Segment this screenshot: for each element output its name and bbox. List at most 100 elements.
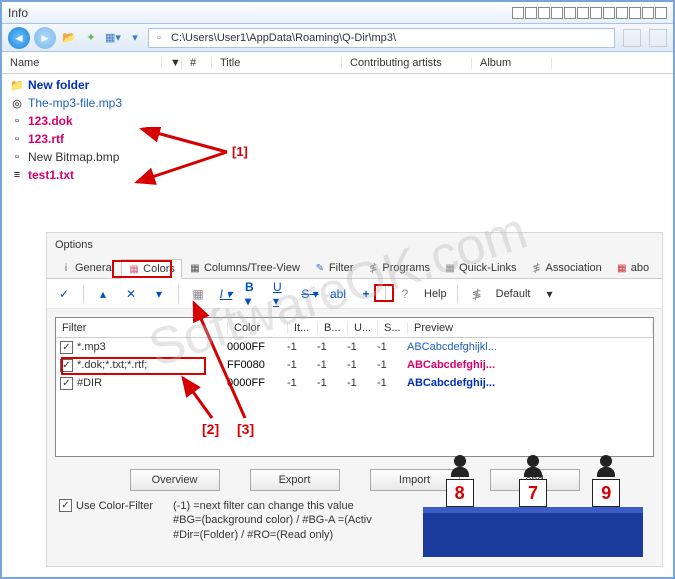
filter-it: -1 — [287, 377, 317, 389]
use-color-filter-checkbox[interactable]: ✓ Use Color-Filter — [59, 499, 153, 512]
overview-button[interactable]: Overview — [130, 469, 220, 491]
default-icon[interactable]: ≸ — [468, 285, 486, 303]
up-icon[interactable]: ▴ — [94, 285, 112, 303]
address-bar[interactable]: ▫ C:\Users\User1\AppData\Roaming\Q-Dir\m… — [148, 28, 615, 48]
tab-general[interactable]: iGeneral — [53, 258, 121, 278]
pane-icon[interactable] — [655, 7, 667, 19]
file-row[interactable]: ◎The-mp3-file.mp3 — [2, 94, 673, 112]
filter-row[interactable]: ✓*.dok;*.txt;*.rtf;FF0080-1-1-1-1ABCabcd… — [56, 356, 653, 374]
file-list: 📁New folder◎The-mp3-file.mp3 ▫ 123.dok ▫123… — [2, 74, 673, 204]
filter-row[interactable]: ✓#DIR0000FF-1-1-1-1ABCabcdefghij... — [56, 374, 653, 392]
tab-columns[interactable]: ▦Columns/Tree-View — [182, 258, 307, 278]
dropdown-icon[interactable]: ▾ — [540, 285, 558, 303]
col-preview[interactable]: Preview — [408, 322, 653, 334]
help-label[interactable]: Help — [424, 288, 447, 300]
file-row[interactable]: ▫123.rtf — [2, 130, 673, 148]
delete-icon[interactable]: ✕ — [122, 285, 140, 303]
add-icon[interactable]: + — [357, 285, 375, 303]
abl-icon[interactable]: abl — [329, 285, 347, 303]
color-icon[interactable]: ▾ — [126, 29, 144, 47]
strike-icon[interactable]: S ▾ — [301, 285, 319, 303]
file-row[interactable]: ▫ 123.dok — [2, 112, 673, 130]
filter-name: #DIR — [77, 377, 227, 389]
dropdown-button[interactable] — [649, 29, 667, 47]
nav-forward-button[interactable]: ► — [34, 27, 56, 49]
tab-programs[interactable]: ≸Programs — [360, 258, 437, 278]
filter-preview: ABCabcdefghijkl... — [407, 341, 497, 353]
file-name: 123.dok — [28, 114, 73, 128]
col-name[interactable]: Name — [2, 57, 162, 69]
export-button[interactable]: Export — [250, 469, 340, 491]
sort-indicator[interactable]: ▼ — [162, 57, 182, 69]
filter-u: -1 — [347, 377, 377, 389]
pane-icon[interactable] — [629, 7, 641, 19]
file-row[interactable]: ≡test1.txt — [2, 166, 673, 184]
folder-icon[interactable]: 📂 — [60, 29, 78, 47]
filter-it: -1 — [287, 341, 317, 353]
main-toolbar: ◄ ► 📂 ✦ ▦▾ ▾ ▫ C:\Users\User1\AppData\Ro… — [2, 24, 673, 52]
help-icon[interactable]: ? — [396, 285, 414, 303]
bold-icon[interactable]: B ▾ — [245, 285, 263, 303]
checkbox-icon[interactable]: ✓ — [60, 359, 73, 372]
filter-color: 0000FF — [227, 377, 287, 389]
folder-small-icon: ▫ — [149, 32, 169, 44]
tab-about[interactable]: ▦abo — [609, 258, 656, 278]
tab-filter[interactable]: ✎Filter — [307, 258, 360, 278]
pane-icon[interactable] — [577, 7, 589, 19]
tab-colors[interactable]: ▦Colors — [121, 259, 182, 279]
button-row: Overview Export Import end — [47, 465, 662, 495]
filter-s: -1 — [377, 359, 407, 371]
import-button[interactable]: Import — [370, 469, 460, 491]
options-title: Options — [47, 233, 662, 255]
filter-preview: ABCabcdefghij... — [407, 377, 495, 389]
filter-name: *.mp3 — [77, 341, 227, 353]
col-it[interactable]: It... — [288, 322, 318, 334]
default-label[interactable]: Default — [496, 288, 531, 300]
col-b[interactable]: B... — [318, 322, 348, 334]
pane-icon[interactable] — [590, 7, 602, 19]
pane-icon[interactable] — [538, 7, 550, 19]
down-icon[interactable]: ▾ — [150, 285, 168, 303]
italic-icon[interactable]: I ▾ — [217, 285, 235, 303]
filter-b: -1 — [317, 377, 347, 389]
file-row[interactable]: ▫New Bitmap.bmp — [2, 148, 673, 166]
pane-icon[interactable] — [551, 7, 563, 19]
filter-row[interactable]: ✓*.mp30000FF-1-1-1-1ABCabcdefghijkl... — [56, 338, 653, 356]
check-icon[interactable]: ✓ — [55, 285, 73, 303]
pane-icon[interactable] — [642, 7, 654, 19]
colors-toolbar: ✓ ▴ ✕ ▾ ▦ I ▾ B ▾ U ▾ S ▾ abl + ? Help ≸… — [47, 279, 662, 309]
file-list-header: Name ▼ # Title Contributing artists Albu… — [2, 52, 673, 74]
pane-icon[interactable] — [512, 7, 524, 19]
nav-back-button[interactable]: ◄ — [8, 27, 30, 49]
file-name: The-mp3-file.mp3 — [28, 96, 122, 110]
pane-icon[interactable] — [616, 7, 628, 19]
pane-icon[interactable] — [603, 7, 615, 19]
col-u[interactable]: U... — [348, 322, 378, 334]
col-number[interactable]: # — [182, 57, 212, 69]
view-icon[interactable]: ▦▾ — [104, 29, 122, 47]
color-picker-icon[interactable]: ▦ — [189, 285, 207, 303]
underline-icon[interactable]: U ▾ — [273, 285, 291, 303]
star-icon[interactable]: ✦ — [82, 29, 100, 47]
col-album[interactable]: Album — [472, 57, 552, 69]
filter-b: -1 — [317, 341, 347, 353]
extend-button[interactable]: end — [490, 469, 580, 491]
col-color[interactable]: Color — [228, 322, 288, 334]
file-icon: ▫ — [10, 114, 24, 128]
go-button[interactable] — [623, 29, 641, 47]
col-title[interactable]: Title — [212, 57, 342, 69]
file-icon: 📁 — [10, 78, 24, 92]
filter-header: Filter Color It... B... U... S... Previe… — [56, 318, 653, 338]
checkbox-icon[interactable]: ✓ — [60, 377, 73, 390]
col-contributing[interactable]: Contributing artists — [342, 57, 472, 69]
legend-text: (-1) =next filter can change this value … — [173, 499, 372, 542]
file-row[interactable]: 📁New folder — [2, 76, 673, 94]
checkbox-icon[interactable]: ✓ — [60, 341, 73, 354]
col-s[interactable]: S... — [378, 322, 408, 334]
pane-icon[interactable] — [525, 7, 537, 19]
pane-icon[interactable] — [564, 7, 576, 19]
checkbox-icon[interactable]: ✓ — [59, 499, 72, 512]
tab-association[interactable]: ≸Association — [524, 258, 609, 278]
col-filter[interactable]: Filter — [56, 322, 228, 334]
tab-quicklinks[interactable]: ▦Quick-Links — [437, 258, 523, 278]
